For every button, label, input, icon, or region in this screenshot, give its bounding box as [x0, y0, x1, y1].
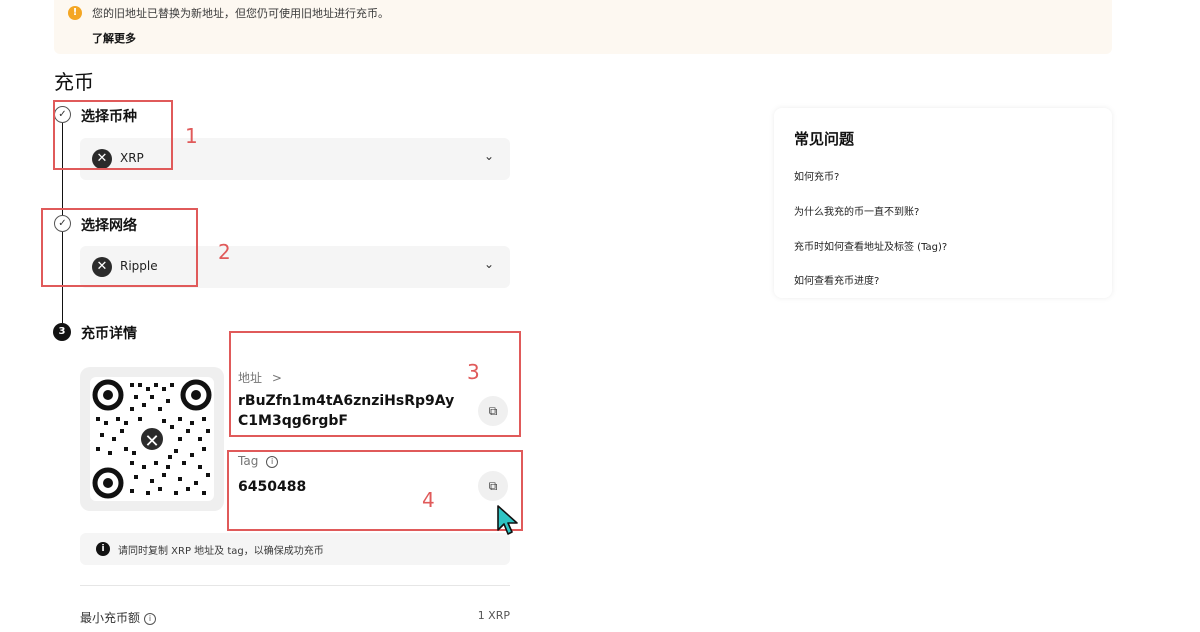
warning-icon: !	[68, 6, 82, 20]
qr-code: ✕	[90, 377, 214, 501]
annotation-number-3: 3	[467, 360, 480, 384]
faq-title: 常见问题	[794, 130, 855, 148]
info-icon: i	[96, 542, 110, 556]
divider	[80, 585, 510, 586]
faq-item[interactable]: 如何查看充币进度?	[794, 272, 879, 287]
mouse-cursor-icon	[497, 505, 518, 535]
copy-tip: i 请同时复制 XRP 地址及 tag，以确保成功充币	[80, 533, 510, 565]
faq-card: 常见问题 如何充币? 为什么我充的币一直不到账? 充币时如何查看地址及标签 (T…	[774, 108, 1112, 298]
min-deposit-value: 1 XRP	[477, 609, 510, 622]
learn-more-link[interactable]: 了解更多	[92, 30, 136, 46]
faq-item[interactable]: 如何充币?	[794, 168, 839, 183]
annotation-box-4	[227, 450, 523, 531]
chevron-down-icon: ⌄	[483, 257, 494, 271]
annotation-number-4: 4	[422, 488, 435, 512]
step-3-number: 3	[53, 323, 71, 341]
deposit-page: ! 您的旧地址已替换为新地址，但您仍可使用旧地址进行充币。 了解更多 充币 ✓ …	[0, 0, 1200, 632]
annotation-box-3	[229, 331, 521, 437]
notice-banner: ! 您的旧地址已替换为新地址，但您仍可使用旧地址进行充币。 了解更多	[54, 0, 1112, 54]
annotation-box-2	[41, 208, 198, 287]
chevron-down-icon: ⌄	[483, 149, 494, 163]
step-3-title: 充币详情	[81, 326, 137, 342]
page-title: 充币	[54, 70, 94, 94]
qr-code-frame: ✕	[80, 367, 224, 511]
annotation-box-1	[53, 100, 173, 170]
notice-message: 您的旧地址已替换为新地址，但您仍可使用旧地址进行充币。	[92, 7, 389, 20]
info-icon[interactable]: i	[144, 613, 157, 625]
faq-item[interactable]: 充币时如何查看地址及标签 (Tag)?	[794, 238, 947, 253]
annotation-number-2: 2	[218, 240, 231, 264]
copy-tip-text: 请同时复制 XRP 地址及 tag，以确保成功充币	[118, 546, 324, 557]
xrp-icon: ✕	[138, 425, 166, 453]
faq-item[interactable]: 为什么我充的币一直不到账?	[794, 203, 919, 218]
annotation-number-1: 1	[185, 124, 198, 148]
min-deposit-label: 最小充币额 i	[80, 609, 157, 626]
